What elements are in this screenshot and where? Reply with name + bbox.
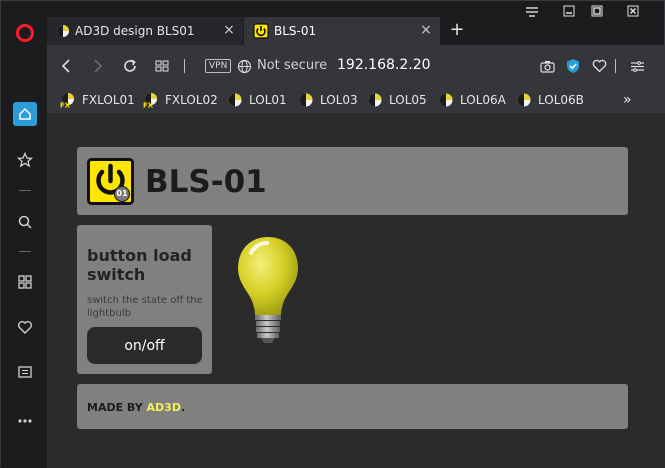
- star-icon[interactable]: [14, 149, 36, 171]
- power-logo-icon: 01: [87, 158, 134, 205]
- sidebar-divider: [19, 190, 31, 191]
- new-tab-button[interactable]: +: [447, 20, 467, 40]
- shield-icon[interactable]: [563, 56, 583, 76]
- footer-card: MADE BY AD3D.: [77, 384, 628, 429]
- lol-favicon-icon: [516, 92, 532, 108]
- search-icon[interactable]: [14, 211, 36, 233]
- bookmark-label: LOL03: [320, 93, 358, 107]
- bookmark-label: FXLOL01: [82, 93, 135, 107]
- lol-favicon-icon: [57, 25, 69, 37]
- switch-card: button load switch switch the state off …: [77, 225, 212, 374]
- opera-logo-icon[interactable]: [14, 22, 36, 44]
- bookmark-lol06b[interactable]: LOL06B: [516, 91, 584, 109]
- bookmark-fxlol02[interactable]: FX FXLOL02: [143, 91, 218, 110]
- footer-suffix: .: [180, 401, 186, 414]
- switch-card-title: button load switch: [87, 246, 192, 284]
- lol-favicon-icon: [367, 92, 383, 108]
- camera-icon[interactable]: [537, 56, 557, 76]
- easy-settings-icon[interactable]: [627, 56, 647, 76]
- security-status[interactable]: Not secure: [257, 58, 327, 73]
- news-icon[interactable]: [14, 361, 36, 383]
- url-field[interactable]: 192.168.2.20: [337, 57, 431, 73]
- power-favicon-icon: [253, 23, 269, 39]
- vpn-badge[interactable]: VPN: [205, 59, 232, 73]
- lightbulb-icon: [233, 233, 303, 353]
- more-options-icon[interactable]: [14, 410, 36, 432]
- globe-icon[interactable]: [234, 56, 254, 76]
- close-tab-icon[interactable]: ×: [223, 23, 235, 37]
- tab-title: AD3D design BLS01: [75, 24, 195, 38]
- header-card: 01 BLS-01: [77, 147, 628, 215]
- bookmark-lol03[interactable]: LOL03: [298, 91, 358, 109]
- lol-favicon-icon: [438, 92, 454, 108]
- bookmark-label: LOL01: [249, 93, 287, 107]
- logo-badge: 01: [116, 189, 128, 198]
- address-toolbar: VPN Not secure 192.168.2.20: [47, 45, 665, 87]
- bookmark-label: LOL06A: [460, 93, 506, 107]
- tiles-icon[interactable]: [152, 56, 172, 76]
- footer-credit: MADE BY AD3D.: [87, 401, 185, 414]
- toolbar-divider: [184, 59, 185, 73]
- bookmark-label: LOL05: [389, 93, 427, 107]
- bookmark-label: FXLOL02: [165, 93, 218, 107]
- close-tab-icon[interactable]: ×: [420, 23, 432, 37]
- tab-ad3d-design[interactable]: AD3D design BLS01 ×: [47, 17, 243, 45]
- page-title: BLS-01: [145, 164, 267, 200]
- bookmark-fxlol01[interactable]: FX FXLOL01: [60, 91, 135, 110]
- bookmark-label: LOL06B: [538, 93, 584, 107]
- reload-icon[interactable]: [120, 56, 140, 76]
- back-icon[interactable]: [56, 56, 76, 76]
- toolbar-divider: [615, 59, 616, 73]
- switch-card-description: switch the state off the lightbulb: [87, 295, 203, 319]
- heart-bookmark-icon[interactable]: [589, 56, 609, 76]
- bookmark-lol01[interactable]: LOL01: [227, 91, 287, 109]
- fx-favicon-icon: FX: [60, 92, 76, 110]
- on-off-button[interactable]: on/off: [87, 327, 202, 364]
- bookmark-lol05[interactable]: LOL05: [367, 91, 427, 109]
- forward-icon[interactable]: [88, 56, 108, 76]
- bookmark-lol06a[interactable]: LOL06A: [438, 91, 506, 109]
- opera-sidebar: [1, 1, 47, 468]
- sidebar-divider: [19, 251, 31, 252]
- lol-favicon-icon: [227, 92, 243, 108]
- footer-brand-link[interactable]: AD3D: [147, 401, 181, 414]
- tab-title: BLS-01: [274, 24, 317, 38]
- heart-icon[interactable]: [14, 316, 36, 338]
- svg-text:FX: FX: [143, 102, 154, 109]
- tab-bls-01[interactable]: BLS-01 ×: [244, 17, 440, 45]
- svg-text:FX: FX: [60, 102, 71, 109]
- home-icon[interactable]: [13, 102, 37, 126]
- speed-dial-icon[interactable]: [14, 271, 36, 293]
- bookmarks-bar: FX FXLOL01 FX FXLOL02 LOL01 LOL03 LOL05 …: [47, 87, 665, 113]
- browser-window: AD3D design BLS01 × BLS-01 × + VPN Not s…: [0, 0, 665, 468]
- lol-favicon-icon: [298, 92, 314, 108]
- tab-strip: AD3D design BLS01 × BLS-01 × +: [47, 17, 665, 45]
- footer-prefix: MADE BY: [87, 401, 147, 414]
- more-bookmarks-chevron-icon[interactable]: »: [623, 91, 632, 109]
- page-viewport: 01 BLS-01 button load switch switch the …: [47, 113, 665, 468]
- fx-favicon-icon: FX: [143, 92, 159, 110]
